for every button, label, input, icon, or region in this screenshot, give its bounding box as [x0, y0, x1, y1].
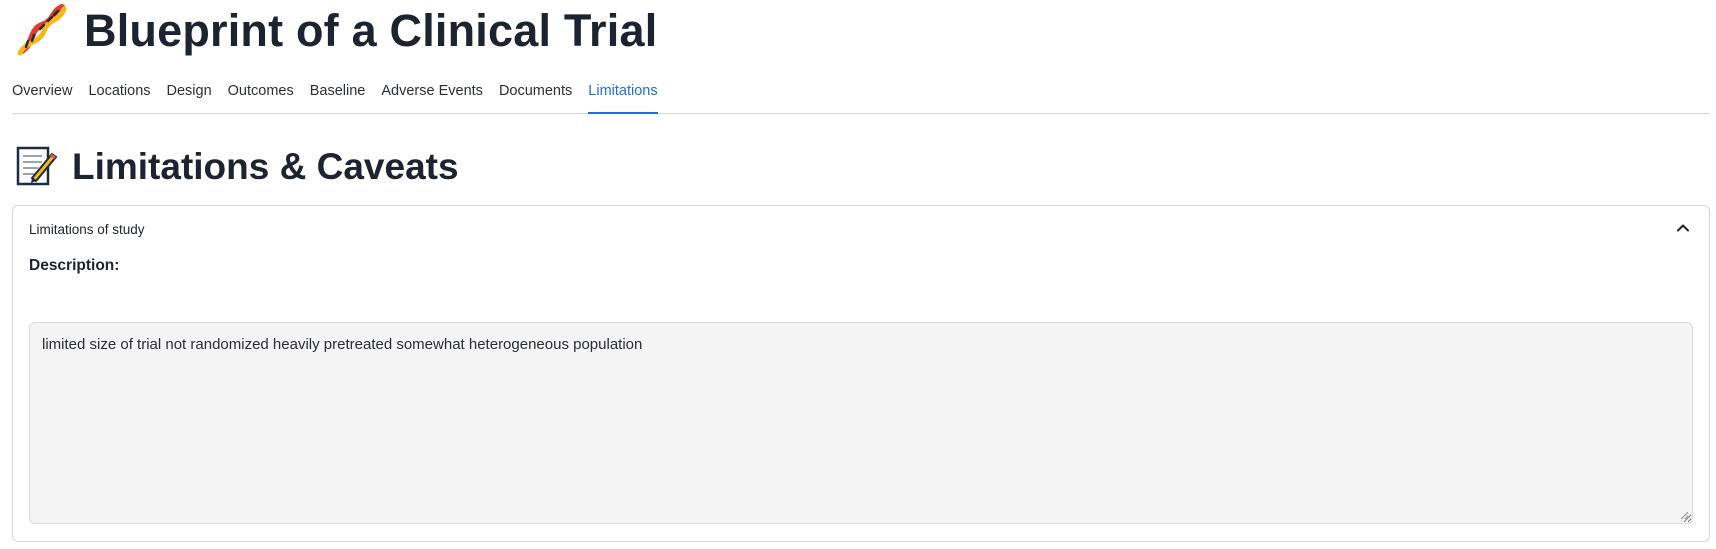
tab-baseline[interactable]: Baseline — [310, 77, 366, 114]
section-heading: Limitations & Caveats — [14, 144, 459, 188]
app-header: Blueprint of a Clinical Trial — [14, 2, 657, 58]
chevron-up-icon[interactable] — [1675, 220, 1691, 236]
dna-icon — [17, 4, 67, 56]
description-text: limited size of trial not randomized hea… — [42, 336, 643, 353]
tab-design[interactable]: Design — [167, 77, 212, 114]
tab-bar: Overview Locations Design Outcomes Basel… — [12, 77, 1710, 114]
tab-locations[interactable]: Locations — [88, 77, 150, 114]
resize-grip-icon[interactable] — [1680, 511, 1689, 520]
limitations-expander: Limitations of study Description: limite… — [12, 205, 1710, 542]
description-label: Description: — [29, 257, 120, 274]
tab-limitations[interactable]: Limitations — [588, 77, 658, 114]
tab-adverse-events[interactable]: Adverse Events — [381, 77, 483, 114]
tab-outcomes[interactable]: Outcomes — [228, 77, 294, 114]
memo-icon — [16, 146, 58, 186]
tab-overview[interactable]: Overview — [12, 77, 72, 114]
expander-label[interactable]: Limitations of study — [29, 222, 145, 237]
tab-documents[interactable]: Documents — [499, 77, 572, 114]
section-title: Limitations & Caveats — [72, 145, 459, 187]
page: Blueprint of a Clinical Trial Overview L… — [0, 0, 1716, 549]
description-textarea[interactable]: limited size of trial not randomized hea… — [29, 322, 1693, 524]
app-title: Blueprint of a Clinical Trial — [84, 4, 658, 56]
